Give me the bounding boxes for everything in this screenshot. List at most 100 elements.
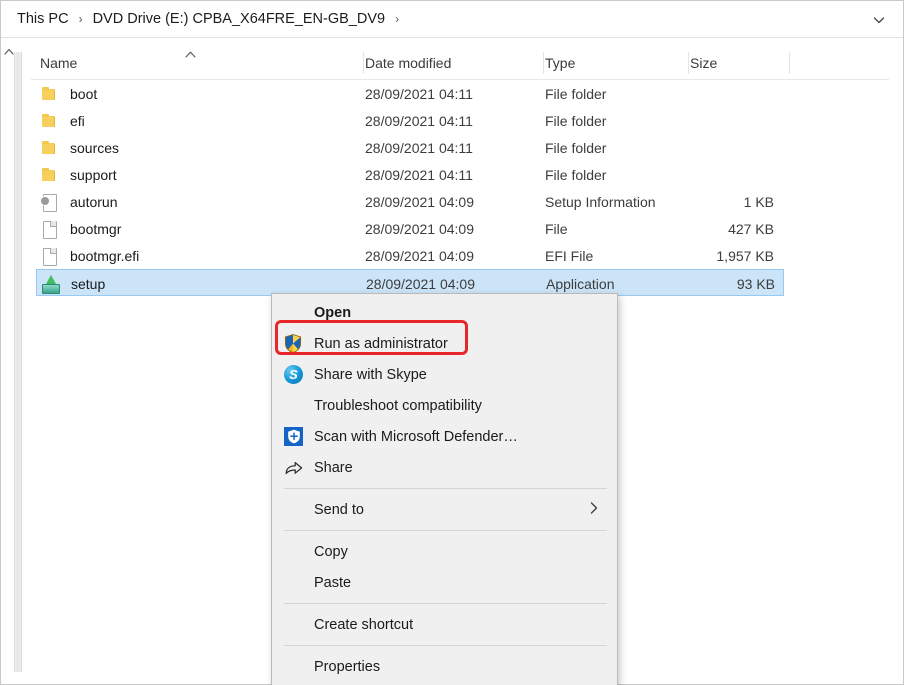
file-row[interactable]: efi 28/09/2021 04:11 File folder <box>36 107 784 134</box>
file-row[interactable]: bootmgr 28/09/2021 04:09 File 427 KB <box>36 215 784 242</box>
file-size-cell: 427 KB <box>728 220 774 237</box>
context-menu-item-label: Troubleshoot compatibility <box>314 397 482 414</box>
context-menu-separator <box>284 530 607 531</box>
column-header-size-label: Size <box>690 55 718 71</box>
file-name-label: efi <box>70 112 85 129</box>
file-name-label: sources <box>70 139 120 156</box>
file-row[interactable]: boot 28/09/2021 04:11 File folder <box>36 80 784 107</box>
share-icon <box>284 458 304 478</box>
column-header-date-modified[interactable]: Date modified <box>365 46 545 80</box>
context-menu-separator <box>284 645 607 646</box>
file-date-cell: 28/09/2021 04:09 <box>365 193 474 210</box>
file-type-cell: File folder <box>545 166 607 183</box>
file-name-cell: autorun <box>40 188 360 215</box>
file-name-cell: support <box>40 161 360 188</box>
context-menu-item[interactable]: Troubleshoot compatibility <box>272 390 617 421</box>
context-menu-item-label: Properties <box>314 658 381 675</box>
file-size-cell <box>676 80 786 107</box>
context-menu-item-label: Run as administrator <box>314 335 448 352</box>
submenu-chevron-right-icon <box>587 500 601 520</box>
column-divider-2[interactable] <box>543 52 544 74</box>
column-header-date-modified-label: Date modified <box>365 55 452 71</box>
context-menu-item[interactable]: Create shortcut <box>272 609 617 640</box>
context-menu-item[interactable]: Run as administrator <box>272 328 617 359</box>
file-name-label: autorun <box>70 193 118 210</box>
context-menu-item-label: Share <box>314 459 353 476</box>
context-menu-item[interactable]: Open <box>272 297 617 328</box>
folder-icon <box>40 112 58 130</box>
file-size-cell <box>676 107 786 134</box>
context-menu-item[interactable]: Copy <box>272 536 617 567</box>
context-menu-separator <box>284 488 607 489</box>
file-size-cell: 1 KB <box>743 193 774 210</box>
application-icon <box>41 274 60 294</box>
context-menu-item-label: Send to <box>314 501 364 518</box>
column-header-type-label: Type <box>545 55 576 71</box>
defender-shield-icon <box>284 426 304 447</box>
file-name-cell: sources <box>40 134 360 161</box>
file-type-cell: EFI File <box>545 247 594 264</box>
file-type-cell: File <box>545 220 568 237</box>
file-date-cell: 28/09/2021 04:09 <box>365 247 474 264</box>
file-type-cell: File folder <box>545 85 607 102</box>
file-size-cell <box>676 161 786 188</box>
column-header-row: Name Date modified Type Size <box>31 46 889 80</box>
navigation-pane-gutter <box>1 38 31 684</box>
file-date-cell: 28/09/2021 04:11 <box>365 112 473 129</box>
document-icon <box>40 220 58 239</box>
column-divider-1[interactable] <box>363 52 364 74</box>
file-row[interactable]: sources 28/09/2021 04:11 File folder <box>36 134 784 161</box>
file-name-label: setup <box>71 275 106 292</box>
context-menu-item[interactable]: S Share with Skype <box>272 359 617 390</box>
context-menu-item[interactable]: Send to <box>272 494 617 525</box>
nav-pane-splitter[interactable] <box>14 52 22 672</box>
file-name-cell: bootmgr <box>40 215 360 242</box>
sort-ascending-icon <box>184 50 197 62</box>
context-menu-item-label: Copy <box>314 543 348 560</box>
chevron-down-icon[interactable] <box>871 12 887 28</box>
file-size-cell: 1,957 KB <box>716 247 774 264</box>
context-menu-item[interactable]: Properties <box>272 651 617 682</box>
context-menu-item-label: Paste <box>314 574 352 591</box>
file-date-cell: 28/09/2021 04:11 <box>365 139 473 156</box>
column-divider-3[interactable] <box>688 52 689 74</box>
file-name-label: bootmgr <box>70 220 122 237</box>
file-row[interactable]: bootmgr.efi 28/09/2021 04:09 EFI File 1,957… <box>36 242 784 269</box>
breadcrumb-separator-2[interactable]: › <box>387 12 407 26</box>
context-menu[interactable]: Open Run as administrator S Share with Skyp… <box>271 293 618 685</box>
file-name-label: support <box>70 166 117 183</box>
file-date-cell: 28/09/2021 04:09 <box>365 220 474 237</box>
file-row[interactable]: setup 28/09/2021 04:09 Application 93 KB <box>36 269 784 296</box>
file-name-label: bootmgr.efi <box>70 247 140 264</box>
column-header-size[interactable]: Size <box>690 46 790 80</box>
context-menu-item-label: Open <box>314 304 352 321</box>
document-icon <box>40 247 58 266</box>
folder-icon <box>40 85 58 103</box>
file-type-cell: File folder <box>545 112 607 129</box>
breadcrumb-item-dvd-drive[interactable]: DVD Drive (E:) CPBA_X64FRE_EN-GB_DV9 <box>91 9 388 29</box>
column-divider-4[interactable] <box>789 52 790 74</box>
context-menu-item[interactable]: Paste <box>272 567 617 598</box>
folder-icon <box>40 139 58 157</box>
file-name-cell: bootmgr.efi <box>40 242 360 269</box>
file-date-cell: 28/09/2021 04:11 <box>365 85 473 102</box>
breadcrumb-item-this-pc[interactable]: This PC <box>15 9 71 29</box>
column-header-type[interactable]: Type <box>545 46 690 80</box>
file-date-cell: 28/09/2021 04:11 <box>365 166 473 183</box>
context-menu-item[interactable]: Share <box>272 452 617 483</box>
address-bar[interactable]: This PC › DVD Drive (E:) CPBA_X64FRE_EN-… <box>1 1 903 38</box>
setup-information-icon <box>40 193 58 212</box>
file-size-cell <box>676 134 786 161</box>
skype-icon: S <box>284 364 304 385</box>
file-name-cell: boot <box>40 80 360 107</box>
file-row[interactable]: support 28/09/2021 04:11 File folder <box>36 161 784 188</box>
column-header-name[interactable]: Name <box>40 46 365 80</box>
file-type-cell: Setup Information <box>545 193 656 210</box>
file-row[interactable]: autorun 28/09/2021 04:09 Setup Information… <box>36 188 784 215</box>
context-menu-item[interactable]: Scan with Microsoft Defender… <box>272 421 617 452</box>
breadcrumb-separator-1: › <box>78 12 83 26</box>
file-name-cell: efi <box>40 107 360 134</box>
context-menu-separator <box>284 603 607 604</box>
context-menu-item-label: Scan with Microsoft Defender… <box>314 428 518 445</box>
folder-icon <box>40 166 58 184</box>
